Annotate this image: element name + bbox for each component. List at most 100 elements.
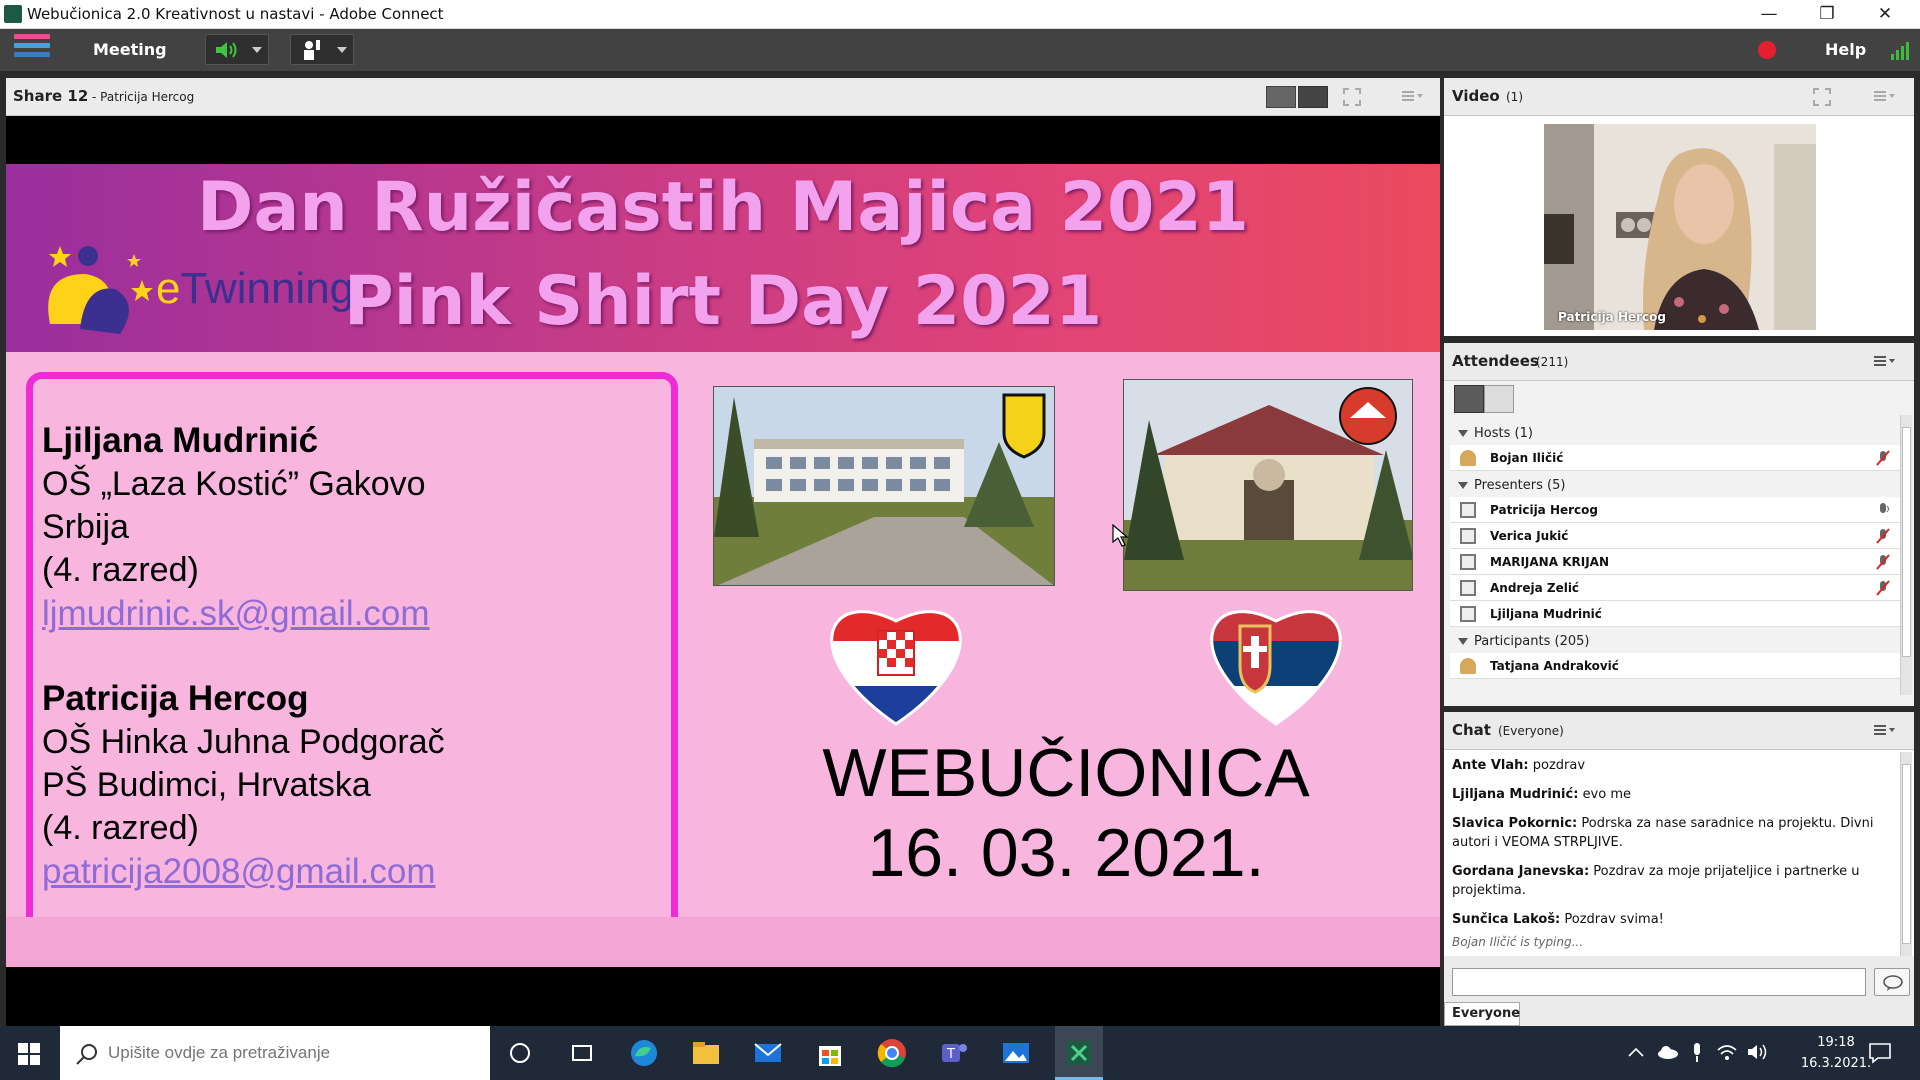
presenter-user-icon: [1460, 606, 1476, 622]
file-explorer-icon[interactable]: [689, 1036, 723, 1070]
hosts-category[interactable]: Hosts (1): [1450, 421, 1900, 445]
main-menu-icon[interactable]: [14, 34, 50, 64]
chat-scrollbar[interactable]: [1900, 752, 1912, 966]
person1-email-link[interactable]: ljmudrinic.sk@gmail.com: [42, 594, 430, 634]
microphone-icon[interactable]: [1690, 1042, 1704, 1064]
share-pod: Share 12 - Patricija Hercog eTwinning Da…: [6, 78, 1440, 1026]
meeting-menu[interactable]: Meeting: [93, 40, 167, 59]
person2-grade: (4. razred): [42, 809, 199, 847]
attendee-row[interactable]: Andreja Zelić: [1450, 575, 1900, 601]
mic-active-icon: [1880, 503, 1889, 513]
help-menu[interactable]: Help: [1825, 40, 1866, 59]
presenter-user-icon: [1460, 528, 1476, 544]
pod-options-icon[interactable]: [1874, 355, 1896, 367]
clock-date[interactable]: 16.3.2021.: [1796, 1056, 1876, 1071]
presenter-user-icon: [1460, 580, 1476, 596]
taskbar-active-app[interactable]: [1055, 1026, 1103, 1080]
attendee-row[interactable]: Tatjana Andraković: [1450, 653, 1900, 679]
record-indicator-icon[interactable]: [1758, 41, 1776, 59]
window-title-bar: Webučionica 2.0 Kreativnost u nastavi - …: [0, 0, 1920, 29]
search-icon: [76, 1044, 97, 1065]
participants-category[interactable]: Participants (205): [1450, 629, 1900, 653]
send-button[interactable]: [1874, 968, 1910, 996]
attendee-name: Verica Jukić: [1490, 529, 1569, 543]
chat-message-input[interactable]: [1452, 968, 1866, 996]
teams-icon[interactable]: T: [937, 1036, 971, 1070]
clock-time[interactable]: 19:18: [1796, 1035, 1876, 1050]
chat-pod-header: Chat (Everyone): [1444, 712, 1914, 750]
svg-text:T: T: [946, 1047, 955, 1062]
participants-label: Participants (205): [1474, 634, 1590, 649]
chat-pod: Chat (Everyone) Ante Vlah: pozdrav Ljilj…: [1444, 712, 1914, 1026]
role-view-icon[interactable]: [1484, 385, 1514, 413]
mic-muted-icon: [1876, 450, 1890, 466]
taskbar-search-box[interactable]: [60, 1026, 490, 1080]
chevron-up-icon[interactable]: [1628, 1046, 1644, 1058]
speaker-button[interactable]: [205, 34, 269, 65]
mic-muted-icon: [1876, 580, 1890, 596]
close-button[interactable]: ✕: [1856, 0, 1914, 29]
slide-title-line2: Pink Shirt Day 2021: [343, 262, 1103, 341]
chat-author: Ante Vlah:: [1452, 758, 1529, 773]
record-dot: [1758, 41, 1776, 59]
mail-icon[interactable]: [751, 1036, 785, 1070]
restore-button[interactable]: ❐: [1798, 0, 1856, 29]
pod-options-icon[interactable]: [1874, 724, 1896, 736]
attendee-name: Patricija Hercog: [1490, 503, 1598, 517]
person2-email-link[interactable]: patricija2008@gmail.com: [42, 852, 435, 892]
pod-options-icon[interactable]: [1874, 90, 1896, 102]
video-pod: Video (1) Patricija Hercog: [1444, 78, 1914, 336]
photos-icon[interactable]: [999, 1036, 1033, 1070]
window-title: Webučionica 2.0 Kreativnost u nastavi - …: [27, 5, 444, 23]
adobe-connect-app-icon: [4, 5, 22, 23]
cortana-icon[interactable]: [503, 1036, 537, 1070]
video-count: (1): [1506, 90, 1523, 104]
mouse-cursor-icon: [1112, 524, 1129, 547]
presenters-category[interactable]: Presenters (5): [1450, 473, 1900, 497]
scroll-thumb[interactable]: [1902, 764, 1911, 944]
speech-bubble-icon: [1883, 975, 1903, 991]
fullscreen-icon[interactable]: [1812, 87, 1832, 107]
wifi-icon[interactable]: [1716, 1042, 1738, 1062]
attendee-row[interactable]: Bojan Iličić: [1450, 445, 1900, 471]
person1-grade: (4. razred): [42, 551, 199, 589]
chat-author: Sunčica Lakoš:: [1452, 912, 1561, 927]
share-presenter-name: - Patricija Hercog: [92, 90, 195, 104]
chat-message: Sunčica Lakoš: Pozdrav svima!: [1452, 910, 1892, 929]
chat-author: Ljiljana Mudrinić:: [1452, 787, 1579, 802]
fit-page-view-icon[interactable]: [1298, 86, 1328, 108]
attendee-row[interactable]: Ljiljana Mudrinić: [1450, 601, 1900, 627]
attendee-row[interactable]: MARIJANA KRIJAN: [1450, 549, 1900, 575]
edge-browser-icon[interactable]: [627, 1036, 661, 1070]
scroll-thumb[interactable]: [1902, 427, 1911, 657]
speaker-icon: [216, 42, 237, 58]
microsoft-store-icon[interactable]: [813, 1036, 847, 1070]
recipient-tab-everyone[interactable]: Everyone: [1444, 1002, 1520, 1026]
attendee-row[interactable]: Patricija Hercog: [1450, 497, 1900, 523]
connection-signal-icon: [1891, 42, 1909, 60]
attendee-name: Andreja Zelić: [1490, 581, 1580, 595]
notifications-icon[interactable]: [1868, 1042, 1892, 1064]
chat-author: Slavica Pokornic:: [1452, 816, 1578, 831]
fullscreen-icon[interactable]: [1342, 87, 1362, 107]
raise-hand-icon: [304, 40, 320, 60]
person2-name: Patricija Hercog: [42, 679, 309, 718]
adobe-connect-icon: [1067, 1041, 1091, 1065]
task-view-icon[interactable]: [565, 1036, 599, 1070]
attendee-row[interactable]: Verica Jukić: [1450, 523, 1900, 549]
status-button[interactable]: [290, 34, 354, 65]
minimize-button[interactable]: —: [1740, 0, 1798, 29]
chat-text: evo me: [1582, 787, 1632, 802]
attendees-scrollbar[interactable]: [1900, 415, 1912, 695]
windows-start-icon[interactable]: [18, 1043, 40, 1065]
chrome-icon[interactable]: [875, 1036, 909, 1070]
fit-width-view-icon[interactable]: [1266, 86, 1296, 108]
attendees-pod-header: Attendees (211): [1444, 343, 1914, 381]
onedrive-cloud-icon[interactable]: [1656, 1044, 1680, 1060]
video-pod-header: Video (1): [1444, 78, 1914, 116]
pod-options-icon[interactable]: [1402, 90, 1424, 102]
mic-muted-icon: [1876, 528, 1890, 544]
list-view-icon[interactable]: [1454, 385, 1484, 413]
volume-icon[interactable]: [1746, 1042, 1770, 1062]
taskbar-search-input[interactable]: [108, 1040, 468, 1066]
